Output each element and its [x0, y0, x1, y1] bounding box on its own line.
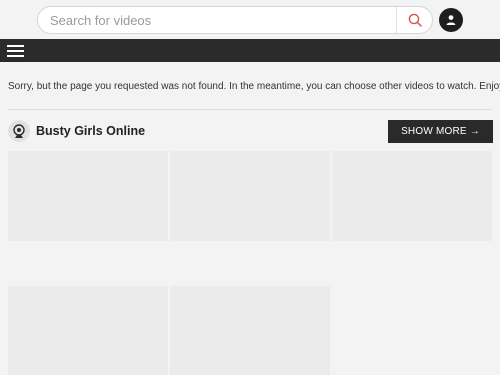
video-thumbnail[interactable] [170, 286, 330, 375]
webcam-icon [8, 120, 30, 142]
user-icon [446, 15, 456, 25]
section-title: Busty Girls Online [36, 124, 146, 138]
video-thumbnail[interactable] [8, 151, 168, 241]
not-found-message: Sorry, but the page you requested was no… [8, 81, 500, 92]
nav-bar [0, 39, 500, 62]
search-icon [408, 13, 422, 27]
search-button[interactable] [397, 7, 432, 33]
hamburger-menu-icon[interactable] [7, 45, 24, 57]
video-thumbnail[interactable] [8, 286, 168, 375]
video-thumbnail[interactable] [332, 151, 492, 241]
top-bar [0, 0, 500, 39]
search-input[interactable] [50, 7, 390, 33]
user-account-button[interactable] [439, 8, 463, 32]
divider [8, 109, 492, 110]
video-thumbnail[interactable] [170, 151, 330, 241]
search-bar [37, 6, 433, 34]
show-more-button[interactable]: SHOW MORE → [388, 120, 493, 143]
